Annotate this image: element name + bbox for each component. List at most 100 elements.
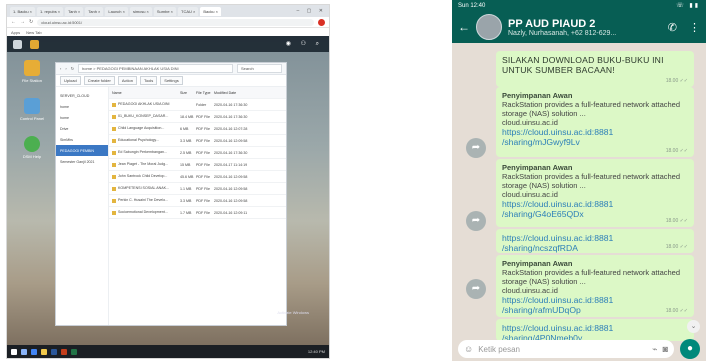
file-name: Child Language Acquisition...: [112, 126, 180, 130]
file-type: PDF File: [196, 150, 210, 155]
browser-tab-active[interactable]: Backu ×: [200, 6, 221, 16]
browser-tab[interactable]: TCAU ×: [178, 6, 199, 16]
more-options-icon[interactable]: ⋮: [689, 21, 700, 34]
tools-button[interactable]: Tools: [139, 76, 158, 85]
forward-icon[interactable]: ➦: [466, 279, 486, 299]
message-bubble[interactable]: Penyimpanan Awan RackStation provides a …: [496, 87, 694, 157]
group-avatar[interactable]: [476, 14, 502, 40]
file-station-body: SERVER_CLOUD home home Drive SimMhs PEDA…: [56, 87, 286, 325]
file-row[interactable]: John Santrock Child Develop... 45.6 MB PDF…: [109, 171, 286, 183]
action-button[interactable]: Action: [117, 76, 137, 85]
window-controls[interactable]: – ▢ ✕: [297, 8, 326, 14]
search-input[interactable]: Search: [237, 64, 282, 73]
tree-item[interactable]: home: [56, 101, 108, 112]
browser-tab[interactable]: simcsu ×: [129, 6, 152, 16]
file-row[interactable]: Jean Piaget - The Moral Judg... 15 MB PDF …: [109, 159, 286, 171]
column-name[interactable]: Name: [112, 91, 180, 95]
forward-icon[interactable]: ➦: [466, 138, 486, 158]
nav-back-icon[interactable]: ‹: [60, 66, 61, 71]
message-input[interactable]: ☺ Ketik pesan ⌁ ◙: [458, 340, 674, 358]
column-date[interactable]: Modified Date: [214, 91, 286, 95]
forward-icon[interactable]: →: [20, 19, 25, 25]
camera-icon[interactable]: ◙: [663, 344, 668, 354]
forward-icon[interactable]: ➦: [466, 211, 486, 231]
file-row[interactable]: PEDAGOGI AKHLAK USIA DINI Folder 2020-04-1…: [109, 99, 286, 111]
reload-icon[interactable]: ↻: [29, 19, 33, 25]
start-icon[interactable]: [11, 348, 17, 355]
browser-tab[interactable]: Tanh ×: [65, 6, 84, 16]
chrome-icon[interactable]: [31, 348, 37, 355]
desktop-app-control-panel[interactable]: Control Panel: [17, 98, 47, 121]
file-row[interactable]: Child Language Acquisition... 6 MB PDF Fil…: [109, 123, 286, 135]
file-rows: PEDAGOGI AKHLAK USIA DINI Folder 2020-04-1…: [109, 99, 286, 219]
browser-tab[interactable]: Sumbe ×: [153, 6, 176, 16]
chat-area: SILAKAN DOWNLOAD BUKU-BUKU INI UNTUK SUM…: [452, 43, 706, 343]
message-link[interactable]: https://cloud.uinsu.ac.id:8881 /sharing/…: [502, 295, 688, 315]
file-row[interactable]: Ed Sabungin Perkembangan... 2.5 MB PDF Fil…: [109, 147, 286, 159]
file-row[interactable]: Educational Psychology... 3.3 MB PDF File 2…: [109, 135, 286, 147]
dsm-tray-icons[interactable]: ◉ ⚇ ⌕: [286, 40, 323, 48]
back-arrow-icon[interactable]: ←: [458, 20, 470, 34]
tree-item[interactable]: Drive: [56, 123, 108, 134]
upload-button[interactable]: Upload: [60, 76, 81, 85]
group-info[interactable]: PP AUD PIAUD 2 Nazly, Nurhasanah, +62 81…: [508, 18, 662, 37]
excel-icon[interactable]: [71, 348, 77, 355]
file-date: 2020-04-16 12:07:28: [214, 126, 248, 131]
file-station-icon[interactable]: [30, 39, 39, 49]
file-row[interactable]: Perkin C. Husaini The Develo... 3.3 MB PDF…: [109, 195, 286, 207]
tree-item[interactable]: SERVER_CLOUD: [56, 90, 108, 101]
message-link[interactable]: https://cloud.uinsu.ac.id:8881 /sharing/…: [502, 233, 688, 253]
file-row[interactable]: 01_BUKU_KONSEP_DASAR... 18.4 MB PDF File 20…: [109, 111, 286, 123]
nav-forward-icon[interactable]: ›: [65, 66, 66, 71]
tree-item[interactable]: home: [56, 112, 108, 123]
preview-description: RackStation provides a full-featured net…: [502, 172, 681, 190]
message-bubble[interactable]: Penyimpanan Awan RackStation provides a …: [496, 255, 694, 317]
column-type[interactable]: File Type: [196, 91, 214, 95]
message-bubble[interactable]: Penyimpanan Awan RackStation provides a …: [496, 159, 694, 227]
browser-tab[interactable]: Tanh ×: [85, 6, 104, 16]
column-size[interactable]: Size: [180, 91, 196, 95]
tree-item-selected[interactable]: PEDAGOGI PEMBIN: [56, 145, 108, 156]
word-icon[interactable]: [51, 348, 57, 355]
message-link[interactable]: https://cloud.uinsu.ac.id:8881 /sharing/…: [502, 199, 688, 219]
add-call-icon[interactable]: ✆: [668, 21, 677, 34]
profile-avatar[interactable]: [318, 18, 325, 26]
message-bubble[interactable]: SILAKAN DOWNLOAD BUKU-BUKU INI UNTUK SUM…: [496, 51, 694, 87]
create-folder-button[interactable]: Create folder: [83, 76, 115, 85]
settings-button[interactable]: Settings: [160, 76, 183, 85]
file-date: 2020-04-17 11:14:19: [214, 162, 248, 167]
powerpoint-icon[interactable]: [61, 348, 67, 355]
scroll-down-icon[interactable]: ⌄: [687, 320, 700, 333]
browser-tab[interactable]: 1. Backu ×: [10, 6, 36, 16]
desktop-app-file-station[interactable]: File Station: [17, 60, 47, 83]
file-type: PDF File: [196, 126, 210, 131]
browser-tab[interactable]: 1. repubs ×: [37, 6, 64, 16]
attach-icon[interactable]: ⌁: [652, 344, 657, 355]
mic-icon[interactable]: ●: [680, 339, 700, 359]
explorer-icon[interactable]: [41, 348, 47, 355]
url-field[interactable]: cloud.uinsu.ac.id:5001/: [37, 18, 314, 26]
back-icon[interactable]: ←: [11, 19, 16, 25]
path-field[interactable]: home > PEDAGOGI PEMBINAAN AKHLAK USIA DI…: [78, 64, 233, 73]
file-type: PDF File: [196, 162, 210, 167]
bookmark-apps[interactable]: Apps: [11, 30, 20, 35]
browser-tab[interactable]: Launch ×: [105, 6, 128, 16]
message-bubble[interactable]: https://cloud.uinsu.ac.id:8881 /sharing/…: [496, 229, 694, 253]
emoji-icon[interactable]: ☺: [464, 344, 473, 354]
desktop-app-help[interactable]: DSM Help: [17, 136, 47, 159]
tree-item[interactable]: SimMhs: [56, 134, 108, 145]
file-row[interactable]: KOMPETENSI SOSIAL ANAK... 1.1 MB PDF File 2…: [109, 183, 286, 195]
file-toolbar: Upload Create folder Action Tools Settin…: [56, 75, 286, 87]
refresh-icon[interactable]: ↻: [71, 66, 74, 71]
preview-domain: cloud.uinsu.ac.id: [502, 190, 558, 199]
message-link[interactable]: https://cloud.uinsu.ac.id:8881 /sharing/…: [502, 127, 688, 147]
bookmark-new-tab[interactable]: New Tab: [26, 30, 42, 35]
file-station-pathbar: ‹ › ↻ home > PEDAGOGI PEMBINAAN AKHLAK U…: [56, 63, 286, 75]
file-row[interactable]: Socioemotional Development... 1.7 MB PDF F…: [109, 207, 286, 219]
file-size: 15 MB: [180, 162, 191, 167]
search-icon[interactable]: [21, 348, 27, 355]
status-time: Sun 12:40: [458, 2, 486, 9]
folder-tree: SERVER_CLOUD home home Drive SimMhs PEDA…: [56, 87, 109, 325]
main-menu-icon[interactable]: [13, 39, 22, 49]
tree-item[interactable]: Semester Ganjil 2021: [56, 156, 108, 167]
